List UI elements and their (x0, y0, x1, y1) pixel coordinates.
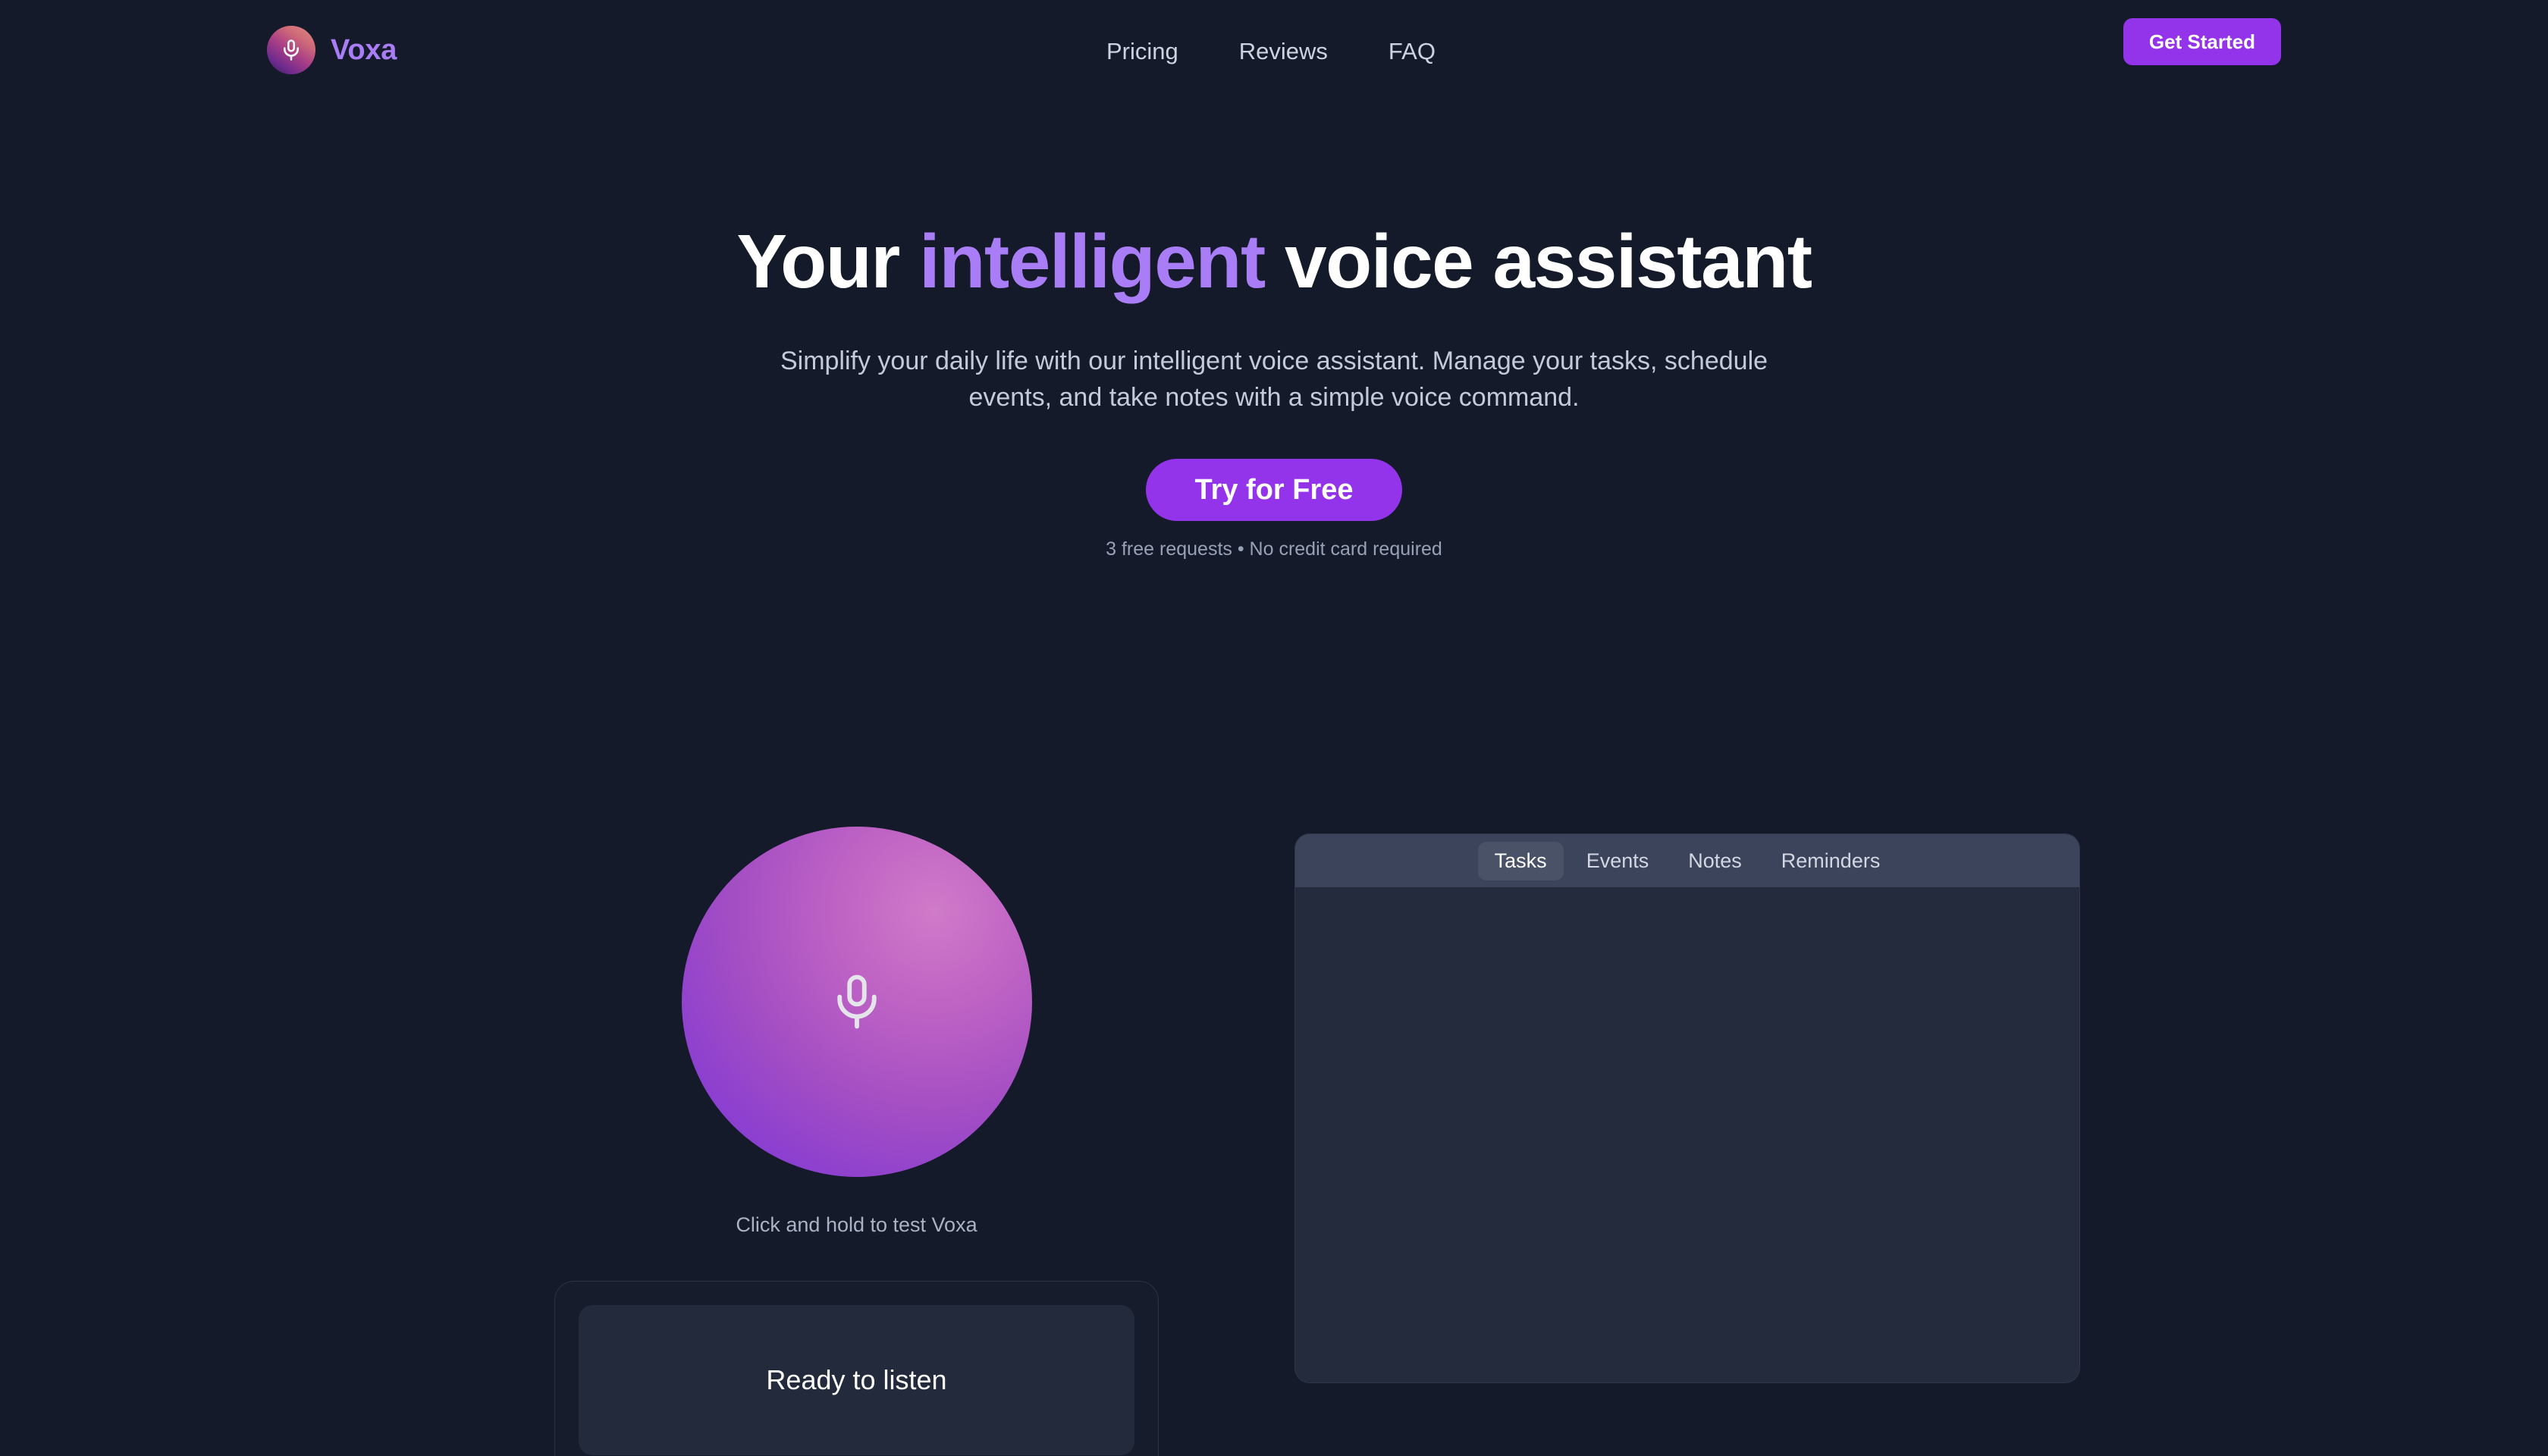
status-card: Ready to listen (554, 1281, 1159, 1456)
panel-content-empty (1295, 887, 2079, 1382)
nav-link-reviews[interactable]: Reviews (1239, 38, 1328, 65)
panel-tabbar: Tasks Events Notes Reminders (1295, 834, 2079, 887)
hero-section: Your intelligent voice assistant Simplif… (0, 220, 2548, 560)
record-mic-button[interactable] (681, 827, 1032, 1177)
microphone-icon (827, 972, 886, 1031)
tab-tasks[interactable]: Tasks (1477, 841, 1564, 880)
hero-title-accent: intelligent (919, 219, 1266, 304)
microphone-icon (267, 26, 315, 74)
hero-subtitle: Simplify your daily life with our intell… (780, 347, 1768, 413)
nav-link-faq[interactable]: FAQ (1389, 38, 1436, 65)
tab-reminders[interactable]: Reminders (1765, 842, 1897, 880)
mic-hint-label: Click and hold to test Voxa (736, 1213, 977, 1236)
tab-notes[interactable]: Notes (1671, 842, 1759, 880)
results-panel: Tasks Events Notes Reminders (1294, 833, 2080, 1383)
hero-title-part1: Your (736, 219, 920, 304)
status-panel: Ready to listen (579, 1305, 1134, 1455)
nav-links: Pricing Reviews FAQ (1106, 38, 1436, 65)
page-title: Your intelligent voice assistant (667, 220, 1881, 303)
brand-logo-link[interactable]: Voxa (267, 26, 397, 74)
brand-name: Voxa (331, 33, 397, 66)
hero-title-part2: voice assistant (1264, 219, 1812, 304)
tab-events[interactable]: Events (1570, 842, 1666, 880)
page-root: Voxa Pricing Reviews FAQ Get Started You… (0, 0, 2548, 1456)
status-badge: Ready to listen (766, 1364, 947, 1395)
get-started-button[interactable]: Get Started (2123, 18, 2281, 65)
nav-link-pricing[interactable]: Pricing (1106, 38, 1178, 65)
navbar: Voxa Pricing Reviews FAQ Get Started (0, 0, 2548, 102)
demo-section: Click and hold to test Voxa Ready to lis… (0, 827, 2548, 1456)
hero-cta-note: 3 free requests • No credit card require… (1106, 538, 1442, 560)
hero-cta-group: Try for Free 3 free requests • No credit… (0, 458, 2548, 560)
mic-column: Click and hold to test Voxa Ready to lis… (554, 827, 1159, 1456)
try-for-free-button[interactable]: Try for Free (1146, 458, 1402, 521)
